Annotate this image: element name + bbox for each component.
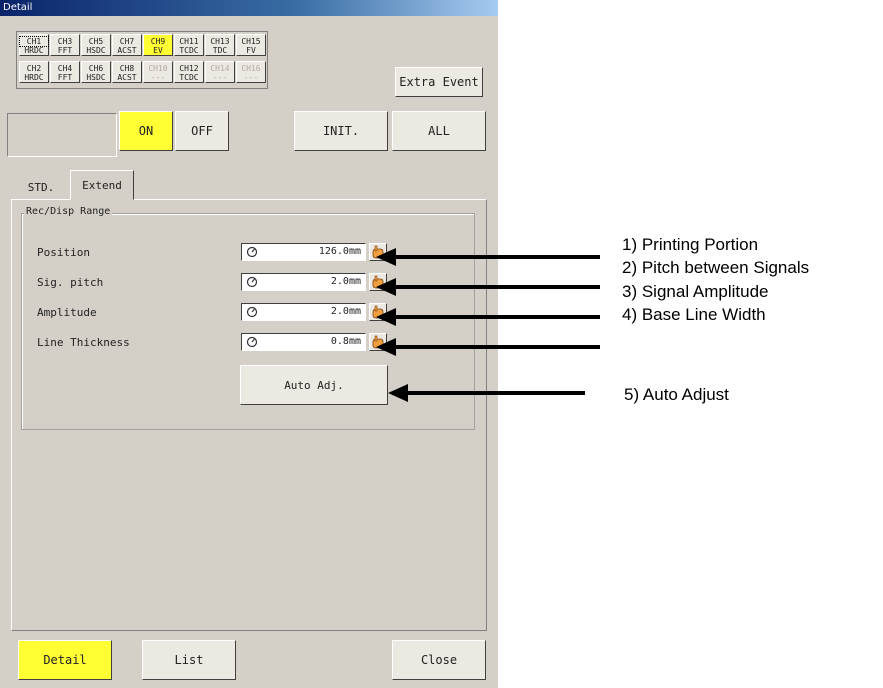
- arrow-2: [376, 278, 600, 296]
- callout-auto-adjust: 5) Auto Adjust: [624, 385, 729, 404]
- callout-pitch-between-signals: 2) Pitch between Signals: [622, 258, 810, 277]
- tab-extend[interactable]: Extend: [70, 170, 134, 200]
- arrow-4: [376, 338, 600, 356]
- callout-printing-portion: 1) Printing Portion: [622, 235, 759, 254]
- annotation-arrows: [376, 248, 600, 402]
- callout-base-line-width: 4) Base Line Width: [622, 305, 766, 324]
- callout-signal-amplitude: 3) Signal Amplitude: [622, 282, 769, 301]
- arrow-3: [376, 308, 600, 326]
- arrow-1: [376, 248, 600, 266]
- arrow-5: [388, 384, 585, 402]
